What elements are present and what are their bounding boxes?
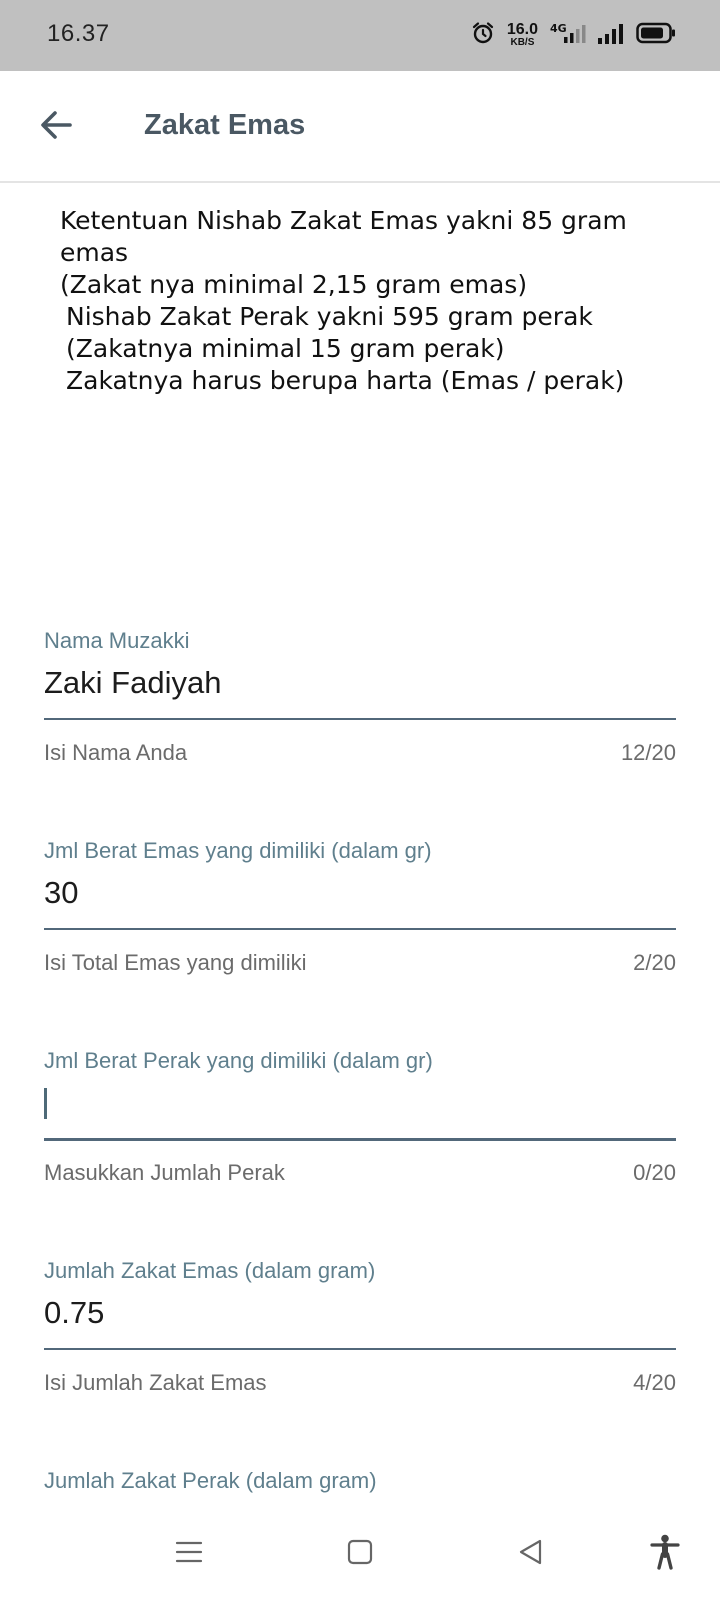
info-line: Ketentuan Nishab Zakat Emas yakni 85 gra…	[60, 206, 627, 235]
signal-icon	[598, 21, 624, 50]
gold-weight-field[interactable]: Jml Berat Emas yang dimiliki (dalam gr) …	[44, 838, 676, 1018]
net-speed-value: 16.0	[506, 21, 538, 38]
home-square-icon	[345, 1537, 375, 1572]
app-bar: Zakat Emas	[0, 71, 720, 183]
char-counter: 0/20	[633, 1160, 676, 1185]
alarm-icon	[471, 21, 495, 50]
text-cursor	[44, 1088, 47, 1119]
char-counter: 2/20	[633, 950, 676, 975]
svg-text:4G: 4G	[550, 22, 567, 35]
field-helper: Isi Nama Anda	[44, 740, 188, 765]
field-label: Nama Muzakki	[44, 628, 190, 653]
page-title: Zakat Emas	[144, 109, 306, 141]
field-helper: Masukkan Jumlah Perak	[44, 1160, 285, 1185]
field-underline	[44, 928, 676, 930]
back-triangle-icon	[516, 1537, 546, 1572]
arrow-left-icon	[38, 107, 74, 148]
menu-icon	[174, 1537, 204, 1572]
field-underline	[44, 718, 676, 720]
char-counter: 12/20	[620, 740, 676, 765]
info-line: Nishab Zakat Perak yakni 595 gram perak	[66, 302, 593, 331]
nav-back-button[interactable]	[506, 1529, 556, 1579]
info-line: Zakatnya harus berupa harta (Emas / pera…	[66, 366, 625, 395]
char-counter: 4/20	[633, 1370, 676, 1395]
field-underline	[44, 1348, 676, 1350]
info-line: (Zakatnya minimal 15 gram perak)	[66, 334, 505, 363]
accessibility-button[interactable]	[640, 1529, 690, 1579]
back-button[interactable]	[30, 101, 82, 153]
field-label: Jumlah Zakat Emas (dalam gram)	[44, 1258, 376, 1283]
system-nav-bar	[0, 1505, 720, 1600]
info-line: emas	[60, 238, 129, 267]
field-helper: Isi Total Emas yang dimiliki	[44, 950, 307, 975]
gold-zakat-input[interactable]: 0.75	[44, 1292, 104, 1334]
status-icons: 16.0 KB/S 4G	[471, 20, 676, 50]
menu-button[interactable]	[164, 1529, 214, 1579]
silver-weight-field[interactable]: Jml Berat Perak yang dimiliki (dalam gr)…	[44, 1048, 676, 1228]
net-speed: 16.0 KB/S	[507, 22, 538, 48]
muzakki-name-input[interactable]: Zaki Fadiyah	[44, 662, 221, 704]
battery-icon	[636, 22, 676, 49]
info-line: (Zakat nya minimal 2,15 gram emas)	[60, 270, 528, 299]
status-time: 16.37	[47, 20, 110, 47]
field-label: Jml Berat Emas yang dimiliki (dalam gr)	[44, 838, 432, 863]
home-button[interactable]	[335, 1529, 385, 1579]
status-bar: 16.37 16.0 KB/S 4G	[0, 0, 720, 71]
gold-zakat-field[interactable]: Jumlah Zakat Emas (dalam gram) 0.75 Isi …	[44, 1258, 676, 1438]
field-underline	[44, 1138, 676, 1141]
silver-zakat-field[interactable]: Jumlah Zakat Perak (dalam gram)	[44, 1468, 676, 1504]
field-label: Jumlah Zakat Perak (dalam gram)	[44, 1468, 377, 1493]
muzakki-name-field[interactable]: Nama Muzakki Zaki Fadiyah Isi Nama Anda …	[44, 628, 676, 808]
field-label: Jml Berat Perak yang dimiliki (dalam gr)	[44, 1048, 433, 1073]
accessibility-icon	[649, 1534, 681, 1575]
gold-weight-input[interactable]: 30	[44, 872, 78, 914]
net-speed-unit: KB/S	[510, 37, 535, 48]
nishab-info: Ketentuan Nishab Zakat Emas yakni 85 gra…	[60, 205, 680, 397]
field-helper: Isi Jumlah Zakat Emas	[44, 1370, 267, 1395]
network-4g-icon: 4G	[550, 20, 586, 51]
